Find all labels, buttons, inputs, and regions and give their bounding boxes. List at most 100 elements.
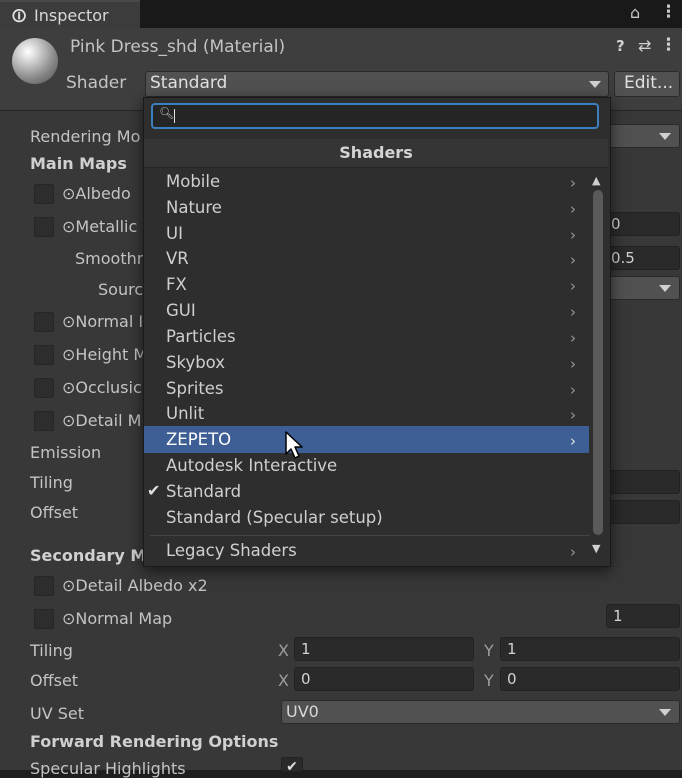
metallic-text: Metallic: [75, 217, 138, 236]
offset2-y-field[interactable]: 0: [500, 667, 680, 691]
height-texture-slot[interactable]: [34, 345, 54, 365]
normal-map-scale-field[interactable]: 1: [606, 604, 680, 628]
detail-mask-texture-slot[interactable]: [34, 411, 54, 431]
chevron-down-icon: [589, 81, 601, 88]
smoothness-label: Smoothr: [75, 249, 144, 268]
shader-item-nature[interactable]: Nature: [166, 198, 222, 217]
offset-y-field[interactable]: [604, 500, 680, 524]
offset-label: Offset: [30, 503, 79, 522]
occlusion-texture-slot[interactable]: [34, 378, 54, 398]
normal-text: Normal I: [75, 312, 144, 331]
uv-set-label: UV Set: [30, 704, 85, 723]
shader-item-particles[interactable]: Particles: [166, 327, 236, 346]
shader-dropdown-value: Standard: [150, 73, 228, 93]
shader-item-sprites[interactable]: Sprites: [166, 379, 224, 398]
chevron-down-icon: [659, 709, 671, 716]
shader-search-input[interactable]: 🔍︎: [151, 103, 599, 129]
shader-item-standard[interactable]: Standard: [166, 482, 241, 501]
chevron-right-icon: ›: [570, 200, 576, 218]
normal-map-text: Normal Map: [75, 609, 173, 628]
secondary-maps-heading: Secondary M: [30, 546, 147, 565]
help-icon[interactable]: ?: [616, 37, 625, 55]
shader-item-standard-specular[interactable]: Standard (Specular setup): [166, 508, 383, 527]
detail-albedo-texture-slot[interactable]: [34, 576, 54, 596]
offset2-x-field[interactable]: 0: [294, 667, 474, 691]
occlusion-text: Occlusic: [75, 378, 142, 397]
shader-item-zepeto[interactable]: ZEPETO: [166, 430, 231, 449]
albedo-label: ⊙Albedo: [62, 184, 131, 203]
shader-popup-title: Shaders: [339, 143, 413, 162]
tiling-y-axis-label: Y: [484, 641, 494, 660]
uv-set-value: UV0: [286, 702, 319, 721]
occlusion-label: ⊙Occlusic: [62, 378, 142, 397]
rendering-mode-dropdown[interactable]: [600, 124, 680, 148]
shader-item-autodesk-interactive[interactable]: Autodesk Interactive: [166, 456, 337, 475]
source-label: Sourc: [98, 280, 144, 299]
normal-texture-slot[interactable]: [34, 312, 54, 332]
shader-item-ui[interactable]: UI: [166, 224, 183, 243]
search-icon: 🔍︎: [159, 106, 175, 120]
albedo-text: Albedo: [75, 184, 131, 203]
edit-shader-button[interactable]: Edit...: [614, 71, 680, 97]
offset2-label: Offset: [30, 671, 79, 690]
detail-albedo-text: Detail Albedo x2: [75, 576, 208, 595]
detail-mask-text: Detail M: [75, 411, 142, 430]
tiling2-x-field[interactable]: 1: [294, 637, 474, 661]
material-name: Pink Dress_shd (Material): [70, 37, 286, 57]
height-text: Height M: [75, 345, 148, 364]
edit-button-label: Edit...: [624, 73, 674, 93]
shader-item-skybox[interactable]: Skybox: [166, 353, 225, 372]
specular-highlights-label: Specular Highlights: [30, 759, 186, 778]
chevron-right-icon: ›: [570, 251, 576, 269]
info-icon: 🛈: [12, 9, 27, 25]
tiling-y-field[interactable]: [604, 470, 680, 494]
metallic-value-field[interactable]: 0: [604, 212, 680, 236]
popup-scrollbar-thumb[interactable]: [593, 190, 603, 535]
shader-item-gui[interactable]: GUI: [166, 301, 196, 320]
chevron-right-icon: ›: [570, 381, 576, 399]
chevron-down-icon: [659, 133, 671, 140]
chevron-right-icon: ›: [570, 174, 576, 192]
shader-popup-header: Shaders: [144, 139, 608, 168]
tiling2-y-field[interactable]: 1: [500, 637, 680, 661]
chevron-right-icon: ›: [570, 329, 576, 347]
scroll-down-arrow-icon[interactable]: ▼: [592, 542, 600, 555]
shader-label: Shader: [66, 73, 127, 93]
normal-map-texture-slot[interactable]: [34, 609, 54, 629]
mouse-pointer-icon: [285, 431, 303, 459]
smoothness-value-field[interactable]: 0.5: [604, 246, 680, 270]
height-label: ⊙Height M: [62, 345, 148, 364]
shader-item-unlit[interactable]: Unlit: [166, 404, 204, 423]
offset-y-axis-label: Y: [484, 671, 494, 690]
material-kebab-menu-icon[interactable]: ⋮: [660, 35, 677, 55]
metallic-label: ⊙Metallic: [62, 217, 138, 236]
shader-item-vr[interactable]: VR: [166, 249, 189, 268]
chevron-down-icon: [659, 285, 671, 292]
shader-item-mobile[interactable]: Mobile: [166, 172, 220, 191]
chevron-right-icon: ›: [570, 406, 576, 424]
uv-set-dropdown[interactable]: UV0: [281, 700, 680, 724]
lock-icon[interactable]: ⌂: [630, 3, 640, 22]
chevron-right-icon: ›: [570, 277, 576, 295]
tab-inspector[interactable]: 🛈 Inspector: [0, 0, 140, 28]
chevron-right-icon: ›: [570, 226, 576, 244]
scroll-up-arrow-icon[interactable]: ▲: [592, 174, 600, 187]
sliders-icon[interactable]: ⇄: [638, 36, 651, 55]
source-dropdown[interactable]: [600, 276, 680, 300]
chevron-right-icon: ›: [570, 303, 576, 321]
material-preview-sphere: [12, 38, 58, 84]
kebab-menu-icon[interactable]: ⋮: [660, 2, 677, 22]
detail-albedo-label: ⊙Detail Albedo x2: [62, 576, 208, 595]
normal-label: ⊙Normal I: [62, 312, 144, 331]
albedo-texture-slot[interactable]: [34, 184, 54, 204]
shader-item-fx[interactable]: FX: [166, 275, 187, 294]
main-maps-heading: Main Maps: [30, 154, 127, 173]
tiling-label: Tiling: [30, 473, 73, 492]
tiling2-label: Tiling: [30, 641, 73, 660]
popup-divider: [150, 535, 590, 536]
tab-title: Inspector: [34, 6, 109, 25]
metallic-texture-slot[interactable]: [34, 217, 54, 237]
shader-dropdown[interactable]: Standard: [145, 71, 609, 97]
rendering-mode-label: Rendering Mo: [30, 127, 141, 146]
shader-item-legacy[interactable]: Legacy Shaders: [166, 541, 297, 560]
